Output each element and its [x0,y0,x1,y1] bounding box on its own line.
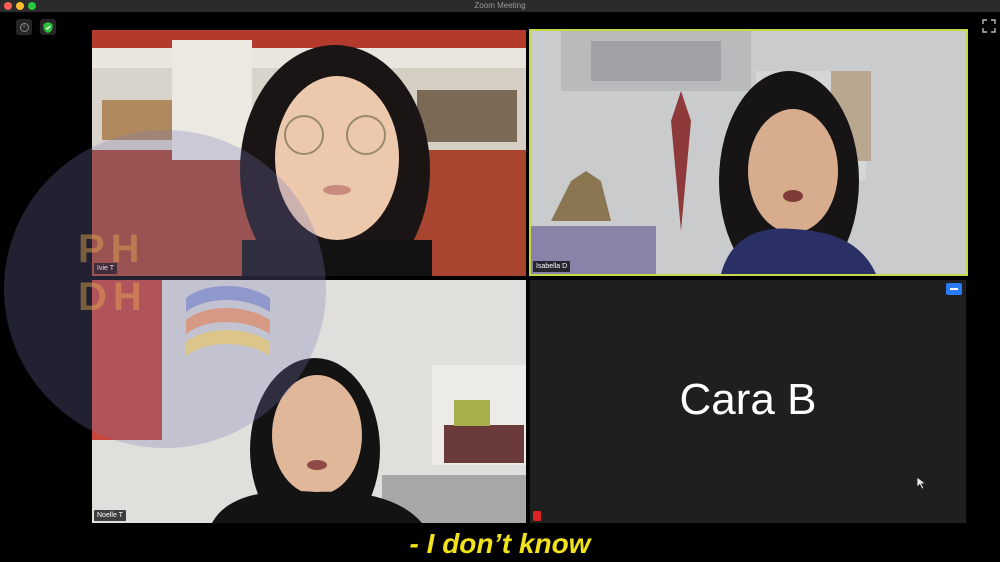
security-button[interactable] [40,19,56,35]
title-bar: Zoom Meeting [0,0,1000,12]
participant-name-label: Isabella D [533,261,571,272]
watermark-letters: PH DH [78,227,148,319]
watermark-stripes-icon [186,286,270,356]
watermark-logo [4,130,326,448]
fullscreen-icon[interactable] [982,19,996,33]
info-icon: i [19,22,29,32]
participant-name-placeholder: Cara B [679,375,817,424]
shield-icon [43,21,53,33]
tile-options-button[interactable] [946,283,962,295]
window-title: Zoom Meeting [474,1,526,10]
more-icon [950,288,958,290]
video-tile-isabella[interactable]: Isabella D [529,29,968,276]
participant-video [531,31,966,274]
participant-name-label: Noelle T [94,510,126,521]
video-tile-cara[interactable]: Cara B [530,280,966,523]
mouse-cursor-icon [916,476,927,490]
meeting-info-button[interactable]: i [16,19,32,35]
caption-subtitle: - I don’t know [409,528,591,559]
muted-mic-icon [533,511,541,521]
